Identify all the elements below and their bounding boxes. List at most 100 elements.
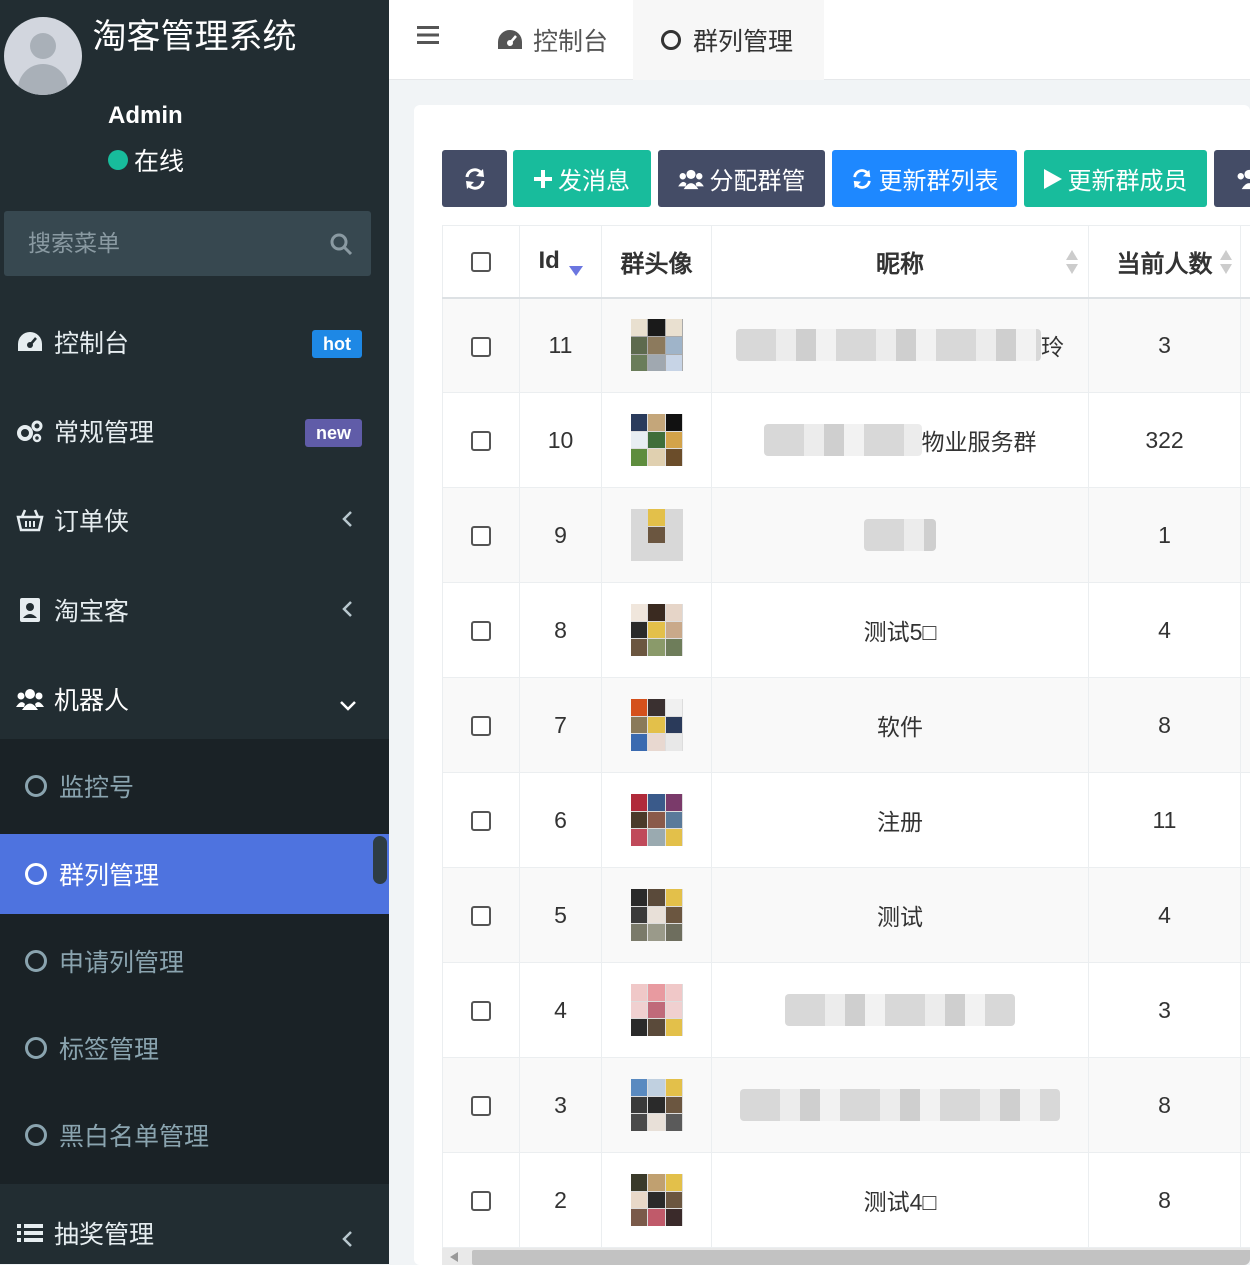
sidebar-subitem-label: 群列管理 xyxy=(59,856,159,892)
sidebar-item-general[interactable]: 常规管理 new xyxy=(0,386,389,475)
column-label: 昵称 xyxy=(876,251,924,278)
cell-nickname: 注册 xyxy=(712,773,1089,868)
column-header-nickname[interactable]: 昵称 xyxy=(712,226,1089,298)
cell-id: 8 xyxy=(520,583,602,678)
group-avatar-image xyxy=(631,509,683,561)
row-checkbox[interactable] xyxy=(471,811,491,831)
cell-nickname xyxy=(712,1058,1089,1153)
sort-icon[interactable] xyxy=(1066,248,1078,276)
table-row[interactable]: 5 测试 4 xyxy=(443,868,1250,963)
sidebar-item-label: 机器人 xyxy=(54,681,129,717)
circle-icon xyxy=(25,950,47,972)
menu-toggle-icon[interactable] xyxy=(417,24,439,46)
search-icon[interactable] xyxy=(329,232,353,256)
cell-count: 8 xyxy=(1089,678,1241,773)
row-checkbox[interactable] xyxy=(471,337,491,357)
assign-admin-button[interactable]: 分配群管 xyxy=(658,150,825,207)
scrollbar-thumb[interactable] xyxy=(472,1250,1250,1265)
table-row[interactable]: 4 3 xyxy=(443,963,1250,1058)
sidebar-item-lottery[interactable]: 抽奖管理 xyxy=(0,1188,389,1264)
update-group-members-button[interactable]: 更新群成员 xyxy=(1024,150,1207,207)
sidebar-item-robot[interactable]: 机器人 xyxy=(0,654,389,743)
column-label: Id xyxy=(539,247,560,274)
send-message-button[interactable]: 发消息 xyxy=(513,150,651,207)
chevron-left-icon xyxy=(337,508,359,530)
cell-count: 3 xyxy=(1089,963,1241,1058)
row-checkbox[interactable] xyxy=(471,1096,491,1116)
blurred-text xyxy=(864,519,936,551)
user-status-label: 在线 xyxy=(134,142,184,178)
group-avatar-image xyxy=(631,1174,683,1226)
sidebar-subitem-monitor[interactable]: 监控号 xyxy=(0,746,389,826)
select-all-checkbox[interactable] xyxy=(471,252,491,272)
cell-count: 8 xyxy=(1089,1058,1241,1153)
row-checkbox[interactable] xyxy=(471,1001,491,1021)
group-avatar-image xyxy=(631,889,683,941)
table-row[interactable]: 6 注册 11 xyxy=(443,773,1250,868)
row-checkbox[interactable] xyxy=(471,1191,491,1211)
sort-desc-icon[interactable] xyxy=(569,266,583,276)
row-checkbox[interactable] xyxy=(471,716,491,736)
chevron-left-icon xyxy=(337,1228,359,1250)
sidebar-item-label: 订单侠 xyxy=(54,502,129,538)
more-button[interactable] xyxy=(1214,150,1250,207)
table-row[interactable]: 3 8 xyxy=(443,1058,1250,1153)
play-icon xyxy=(1044,169,1062,189)
column-header-count[interactable]: 当前人数 xyxy=(1089,226,1241,298)
cell-id: 2 xyxy=(520,1153,602,1248)
cell-id: 3 xyxy=(520,1058,602,1153)
row-checkbox[interactable] xyxy=(471,906,491,926)
refresh-icon xyxy=(851,168,873,190)
nickname-tail: 玲 xyxy=(1041,334,1064,360)
table-row[interactable]: 11 玲 3 xyxy=(443,298,1250,393)
table-row[interactable]: 9 1 xyxy=(443,488,1250,583)
refresh-button[interactable] xyxy=(442,150,507,207)
circle-icon xyxy=(25,1124,47,1146)
sidebar-subitem-apply-list[interactable]: 申请列管理 xyxy=(0,921,389,1001)
row-checkbox[interactable] xyxy=(471,621,491,641)
sidebar-subitem-label: 申请列管理 xyxy=(59,943,184,979)
sort-icon[interactable] xyxy=(1220,248,1232,276)
sidebar-item-orders[interactable]: 订单侠 xyxy=(0,475,389,564)
sidebar-subitem-blackwhite[interactable]: 黑白名单管理 xyxy=(0,1095,389,1175)
horizontal-scrollbar[interactable] xyxy=(442,1248,1250,1265)
tab-group-list[interactable]: 群列管理 xyxy=(633,0,824,80)
update-group-list-button[interactable]: 更新群列表 xyxy=(832,150,1017,207)
sidebar-subitem-group-list[interactable]: 群列管理 xyxy=(0,834,389,914)
table-row[interactable]: 2 测试4□ 8 xyxy=(443,1153,1250,1248)
blurred-text xyxy=(740,1089,1060,1121)
group-avatar-image xyxy=(631,794,683,846)
group-avatar-image xyxy=(631,604,683,656)
sidebar-subitem-label: 标签管理 xyxy=(59,1030,159,1066)
cell-id: 11 xyxy=(520,298,602,393)
button-label: 更新群列表 xyxy=(879,161,999,196)
sidebar-item-dashboard[interactable]: 控制台 hot xyxy=(0,297,389,386)
cell-nickname xyxy=(712,488,1089,583)
cell-nickname xyxy=(712,963,1089,1058)
sidebar-item-label: 抽奖管理 xyxy=(54,1215,154,1251)
search-input[interactable] xyxy=(4,211,314,276)
column-header-id[interactable]: Id xyxy=(520,226,602,298)
sidebar-scrollbar[interactable] xyxy=(373,836,387,884)
circle-icon xyxy=(25,1037,47,1059)
table-row[interactable]: 10 物业服务群 322 xyxy=(443,393,1250,488)
tab-dashboard[interactable]: 控制台 xyxy=(469,0,636,80)
table-header-row: Id 群头像 昵称 当前人数 xyxy=(443,226,1250,298)
dashboard-icon xyxy=(497,29,523,51)
row-checkbox[interactable] xyxy=(471,431,491,451)
sidebar: 淘客管理系统 Admin 在线 控制台 hot 常规管理 new 订单侠 淘宝客… xyxy=(0,0,389,1264)
sidebar-subitem-tags[interactable]: 标签管理 xyxy=(0,1008,389,1088)
sidebar-item-taobaoke[interactable]: 淘宝客 xyxy=(0,565,389,654)
refresh-icon xyxy=(463,167,487,191)
chevron-down-icon xyxy=(337,694,359,716)
row-checkbox[interactable] xyxy=(471,526,491,546)
button-label: 分配群管 xyxy=(710,161,806,196)
nickname-tail: 物业服务群 xyxy=(922,429,1037,455)
scroll-left-icon[interactable] xyxy=(450,1252,458,1262)
table-row[interactable]: 7 软件 8 xyxy=(443,678,1250,773)
blurred-text xyxy=(736,329,1041,361)
avatar xyxy=(4,17,82,95)
table-row[interactable]: 8 测试5□ 4 xyxy=(443,583,1250,678)
plus-icon xyxy=(534,170,552,188)
column-label: 群头像 xyxy=(621,251,693,278)
